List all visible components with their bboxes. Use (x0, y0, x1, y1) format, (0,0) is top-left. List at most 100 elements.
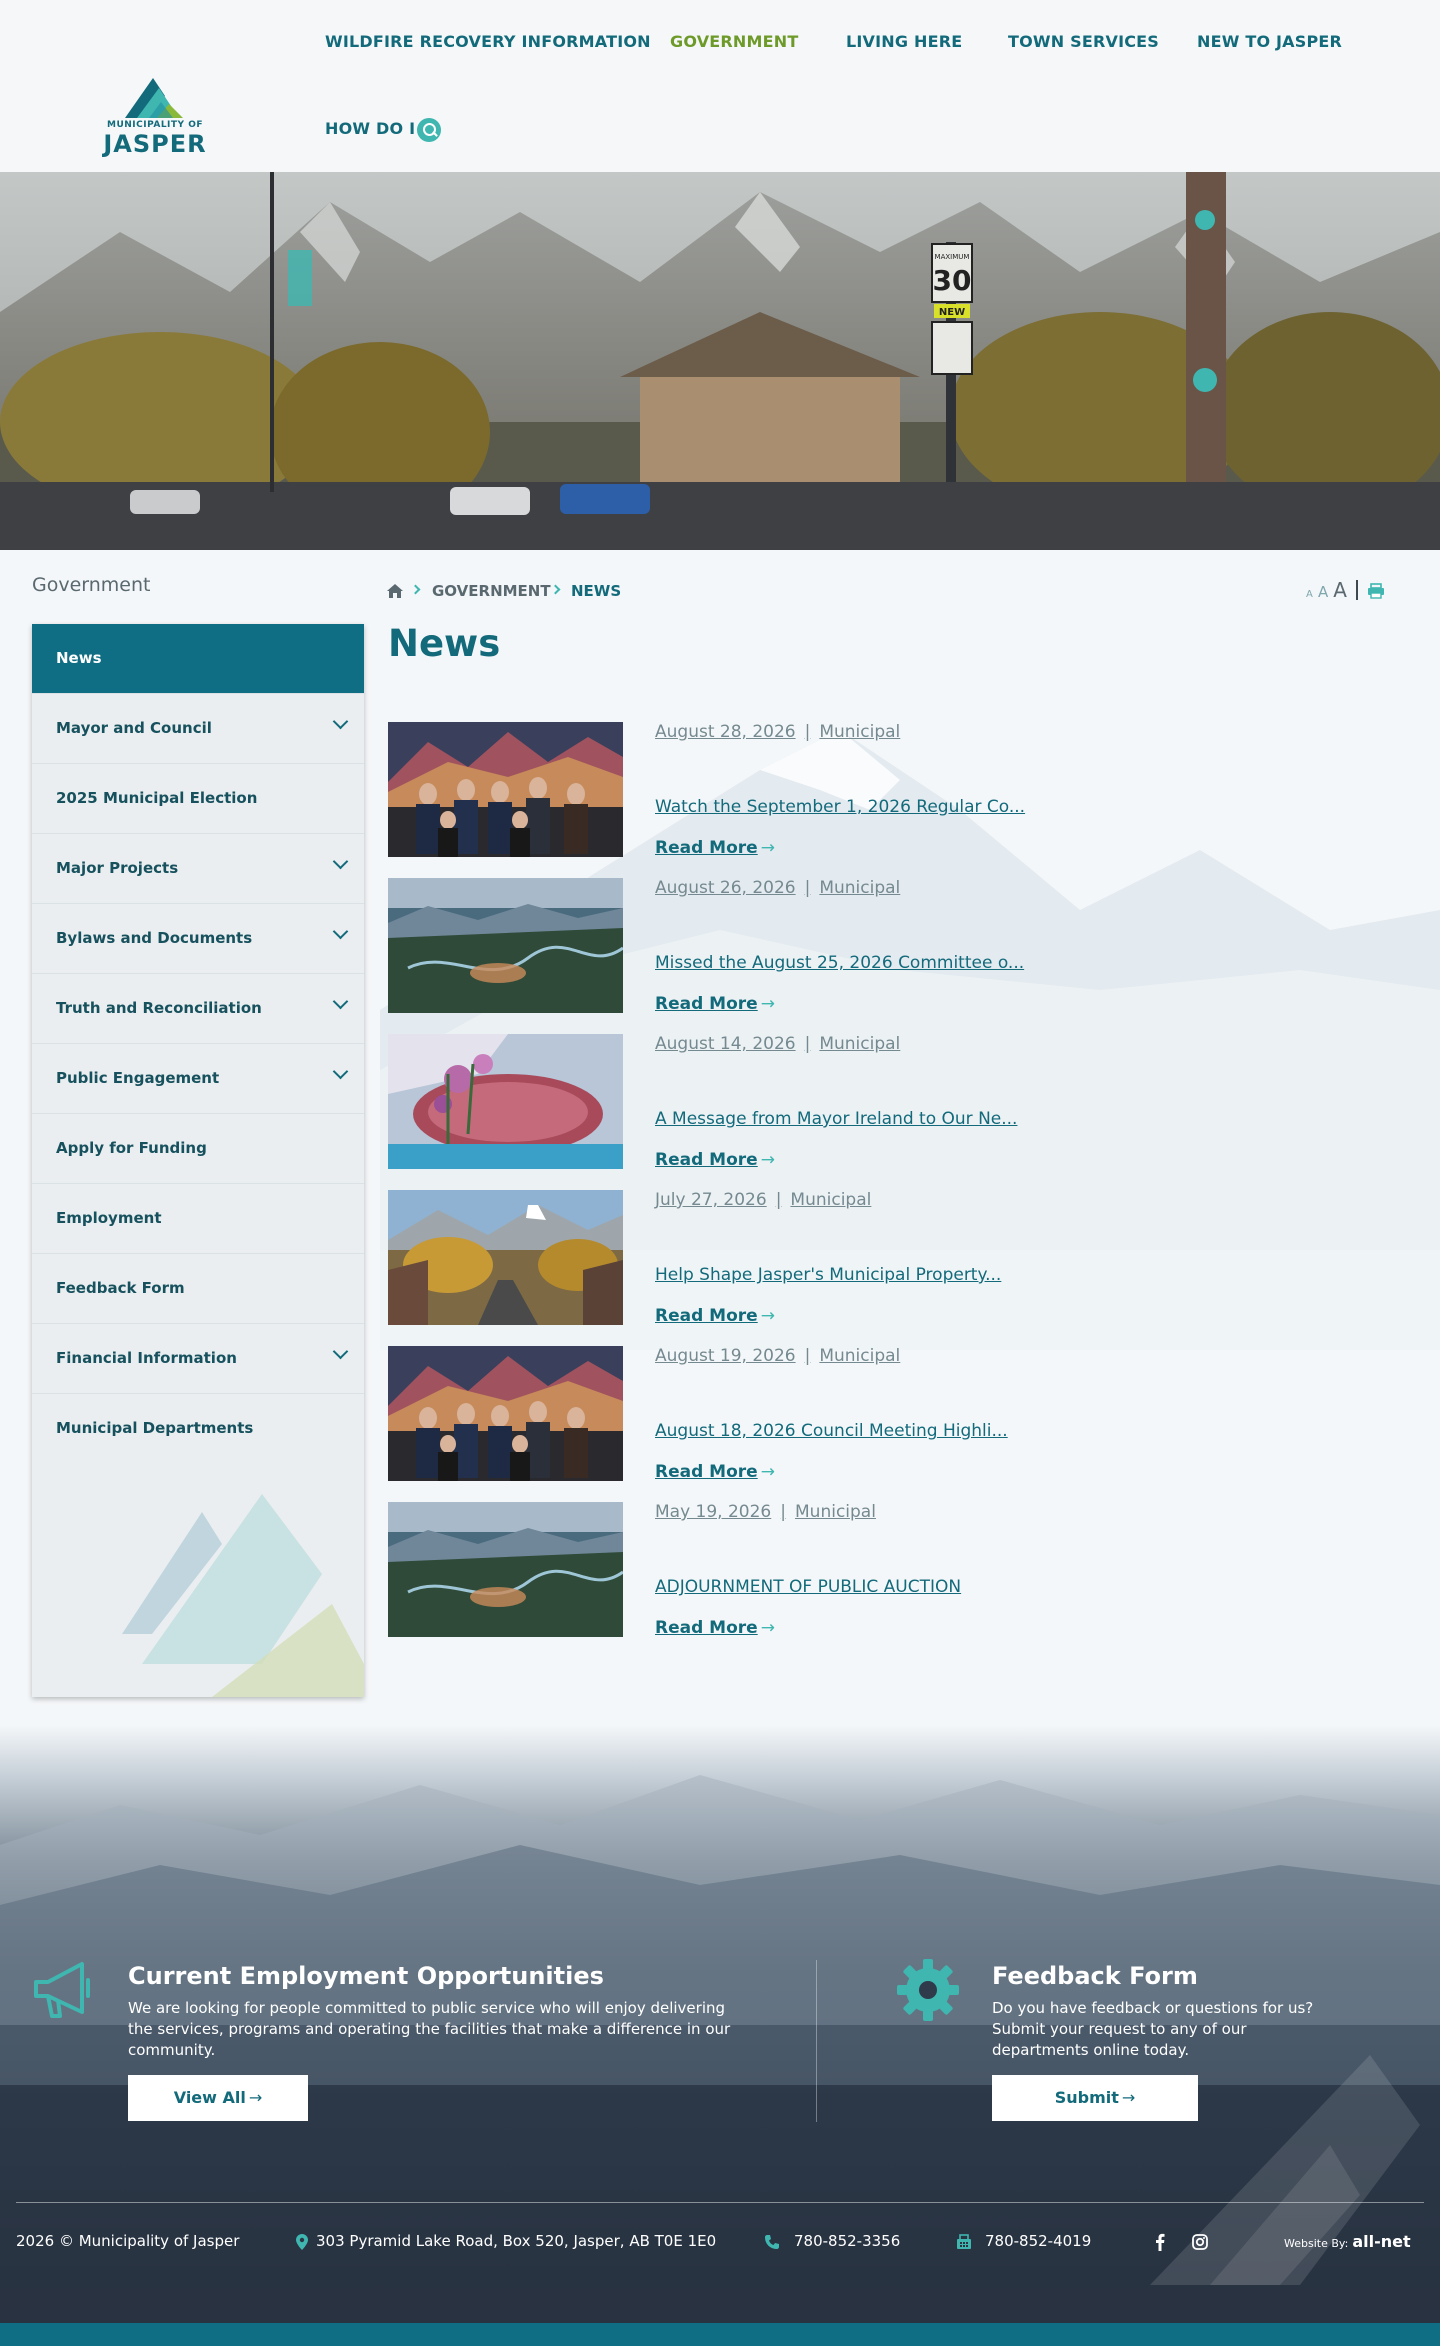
news-title[interactable]: Missed the August 25, 2026 Committee o..… (655, 953, 1024, 973)
sidebar-item-apply-funding[interactable]: Apply for Funding (32, 1114, 364, 1184)
text-size-medium[interactable]: A (1318, 583, 1328, 601)
sidebar-item-label: Public Engagement (56, 1069, 220, 1087)
nav-government[interactable]: GOVERNMENT (670, 32, 798, 51)
nav-town-services[interactable]: TOWN SERVICES (1008, 32, 1159, 51)
sidebar-decoration (122, 1494, 364, 1697)
chevron-down-icon[interactable] (332, 923, 349, 940)
news-thumbnail[interactable] (388, 878, 623, 1013)
sidebar-item-news[interactable]: News (32, 624, 364, 694)
council-photo (388, 1346, 623, 1481)
read-more-link[interactable]: Read More → (655, 1618, 775, 1638)
news-item: May 19, 2026 | Municipal ADJOURNMENT OF PU… (388, 1502, 1088, 1638)
valley-aerial (388, 1502, 623, 1637)
footer-fax[interactable]: 780-852-4019 (985, 2232, 1091, 2250)
news-thumbnail[interactable] (388, 1034, 623, 1169)
sidebar-item-mayor-and-council[interactable]: Mayor and Council (32, 694, 364, 764)
sidebar-item-municipal-departments[interactable]: Municipal Departments (32, 1394, 364, 1464)
chevron-down-icon[interactable] (332, 1343, 349, 1360)
news-meta: August 19, 2026 | Municipal (655, 1346, 900, 1366)
news-category[interactable]: Municipal (819, 722, 900, 742)
news-title[interactable]: August 18, 2026 Council Meeting Highli..… (655, 1421, 1008, 1441)
news-date[interactable]: August 19, 2026 (655, 1346, 796, 1366)
text-size-small[interactable]: A (1306, 589, 1313, 600)
sidebar-item-public-engagement[interactable]: Public Engagement (32, 1044, 364, 1114)
submit-button[interactable]: Submit → (992, 2075, 1198, 2121)
megaphone-icon (34, 1962, 90, 2018)
news-date[interactable]: May 19, 2026 (655, 1502, 771, 1522)
submit-label: Submit (1054, 2088, 1119, 2107)
nav-living-here[interactable]: LIVING HERE (846, 32, 962, 51)
news-category[interactable]: Municipal (790, 1190, 871, 1210)
chevron-down-icon[interactable] (332, 853, 349, 870)
sidebar-item-label: Municipal Departments (56, 1419, 254, 1437)
read-more-link[interactable]: Read More → (655, 1150, 775, 1170)
sidebar-item-label: Major Projects (56, 859, 179, 877)
chevron-down-icon[interactable] (332, 713, 349, 730)
nav-new-to-jasper[interactable]: NEW TO JASPER (1197, 32, 1342, 51)
news-meta: August 14, 2026 | Municipal (655, 1034, 900, 1054)
read-more-link[interactable]: Read More → (655, 838, 775, 858)
news-title[interactable]: Help Shape Jasper's Municipal Property..… (655, 1265, 1001, 1285)
nav-wildfire-recovery[interactable]: WILDFIRE RECOVERY INFORMATION (325, 32, 651, 51)
news-thumbnail[interactable] (388, 1346, 623, 1481)
sidebar-item-financial-information[interactable]: Financial Information (32, 1324, 364, 1394)
arrow-right-icon: → (1121, 2088, 1136, 2107)
news-date[interactable]: August 28, 2026 (655, 722, 796, 742)
sidebar-nav: News Mayor and Council 2025 Municipal El… (32, 624, 364, 1697)
read-more-label: Read More (655, 1618, 758, 1638)
news-date[interactable]: August 26, 2026 (655, 878, 796, 898)
sidebar-item-municipal-election[interactable]: 2025 Municipal Election (32, 764, 364, 834)
news-category[interactable]: Municipal (819, 878, 900, 898)
instagram-icon[interactable] (1192, 2234, 1208, 2250)
search-icon[interactable] (417, 118, 441, 142)
page-title: News (388, 622, 501, 665)
news-category[interactable]: Municipal (795, 1502, 876, 1522)
news-date[interactable]: August 14, 2026 (655, 1034, 796, 1054)
tools-divider (1356, 580, 1359, 600)
news-thumbnail[interactable] (388, 722, 623, 857)
text-size-tools: A A A (1306, 578, 1385, 602)
view-all-button[interactable]: View All → (128, 2075, 308, 2121)
hero-image: MAXIMUM 30 NEW (0, 172, 1440, 550)
logo-title: JASPER (103, 130, 207, 158)
facebook-icon[interactable] (1155, 2233, 1165, 2251)
footer-address[interactable]: 303 Pyramid Lake Road, Box 520, Jasper, … (316, 2232, 716, 2250)
arrow-right-icon: → (760, 1306, 775, 1326)
employment-cta-text: We are looking for people committed to p… (128, 1999, 731, 2059)
news-title[interactable]: A Message from Mayor Ireland to Our Ne..… (655, 1109, 1017, 1129)
arrow-right-icon: → (760, 1618, 775, 1638)
sidebar-item-bylaws[interactable]: Bylaws and Documents (32, 904, 364, 974)
chevron-down-icon[interactable] (332, 1063, 349, 1080)
news-category[interactable]: Municipal (819, 1346, 900, 1366)
sidebar-item-truth-reconciliation[interactable]: Truth and Reconciliation (32, 974, 364, 1044)
fax-icon (957, 2234, 971, 2249)
read-more-link[interactable]: Read More → (655, 1462, 775, 1482)
home-icon[interactable] (386, 583, 404, 599)
print-icon[interactable] (1367, 583, 1385, 599)
sidebar-item-employment[interactable]: Employment (32, 1184, 364, 1254)
news-thumbnail[interactable] (388, 1502, 623, 1637)
news-item: August 28, 2026 | Municipal Watch the Sept… (388, 722, 1088, 858)
news-item: July 27, 2026 | Municipal Help Shape Jaspe… (388, 1190, 1088, 1326)
sidebar-item-major-projects[interactable]: Major Projects (32, 834, 364, 904)
read-more-label: Read More (655, 1306, 758, 1326)
news-title[interactable]: ADJOURNMENT OF PUBLIC AUCTION (655, 1577, 961, 1597)
read-more-link[interactable]: Read More → (655, 1306, 775, 1326)
news-thumbnail[interactable] (388, 1190, 623, 1325)
chevron-down-icon[interactable] (332, 993, 349, 1010)
municipality-logo[interactable]: MUNICIPALITY OF JASPER (103, 74, 207, 160)
website-credit[interactable]: Website By: all-net (1284, 2232, 1411, 2251)
nav-how-do-i[interactable]: HOW DO I (325, 119, 415, 138)
breadcrumb-government[interactable]: GOVERNMENT (432, 582, 551, 600)
news-date[interactable]: July 27, 2026 (655, 1190, 767, 1210)
sidebar-item-label: Employment (56, 1209, 162, 1227)
footer-phone[interactable]: 780-852-3356 (794, 2232, 900, 2250)
text-size-large[interactable]: A (1333, 578, 1347, 602)
news-category[interactable]: Municipal (819, 1034, 900, 1054)
sidebar-item-label: Truth and Reconciliation (56, 999, 262, 1017)
read-more-link[interactable]: Read More → (655, 994, 775, 1014)
sidebar-item-feedback-form[interactable]: Feedback Form (32, 1254, 364, 1324)
news-title[interactable]: Watch the September 1, 2026 Regular Co..… (655, 797, 1025, 817)
bottom-bar (0, 2323, 1440, 2346)
read-more-label: Read More (655, 838, 758, 858)
